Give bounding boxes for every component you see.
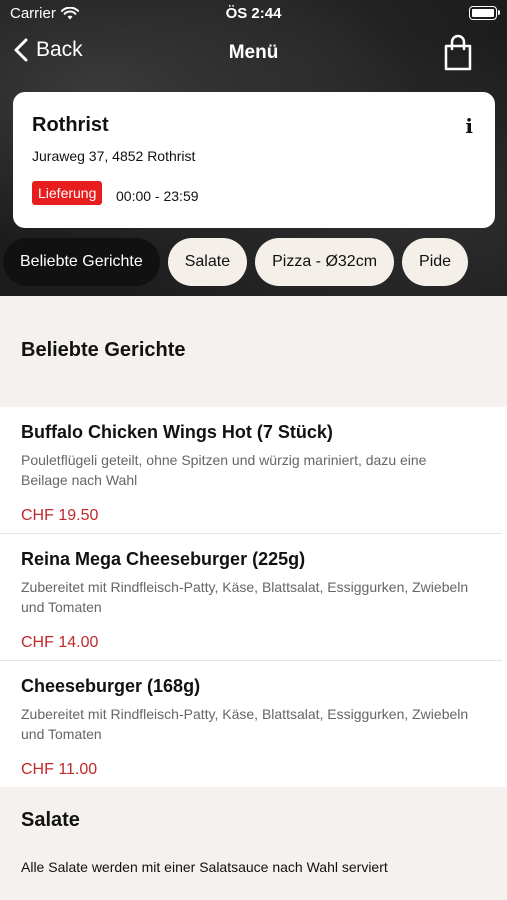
item-name: Buffalo Chicken Wings Hot (7 Stück) — [21, 422, 333, 442]
item-price: CHF 11.00 — [21, 761, 98, 778]
tab-beliebte-gerichte[interactable]: Beliebte Gerichte — [3, 238, 160, 286]
item-name: Reina Mega Cheeseburger (225g) — [21, 549, 306, 569]
tab-pide[interactable]: Pide — [402, 238, 469, 286]
store-address: Juraweg 37, 4852 Rothrist — [32, 148, 196, 164]
tab-salate[interactable]: Salate — [167, 238, 248, 286]
status-bar: Carrier ÖS 2:44 — [0, 0, 507, 28]
menu-item[interactable]: Cheeseburger (168g) Zubereitet mit Rindf… — [0, 661, 502, 788]
item-description: Zubereitet mit Rindfleisch-Patty, Käse, … — [21, 579, 469, 615]
section-header-salate: Salate Alle Salate werden mit einer Sala… — [0, 787, 507, 900]
item-description: Pouletflügeli geteilt, ohne Spitzen und … — [21, 452, 427, 488]
section-header-popular: Beliebte Gerichte — [0, 296, 507, 407]
item-description: Zubereitet mit Rindfleisch-Patty, Käse, … — [21, 706, 469, 742]
clock: ÖS 2:44 — [225, 5, 282, 22]
delivery-badge: Lieferung — [32, 181, 103, 205]
section-description: Alle Salate werden mit einer Salatsauce … — [21, 859, 388, 875]
category-tabs: Beliebte Gerichte Salate Pizza - Ø32cm P… — [3, 238, 469, 286]
info-icon[interactable]: i — [465, 114, 473, 138]
item-price: CHF 19.50 — [21, 507, 99, 524]
opening-hours: 00:00 - 23:59 — [116, 188, 199, 204]
navigation-bar: Back Menü — [0, 28, 507, 78]
section-title: Beliebte Gerichte — [21, 339, 186, 361]
item-price: CHF 14.00 — [21, 634, 99, 651]
section-title: Salate — [21, 809, 80, 831]
tab-pizza[interactable]: Pizza - Ø32cm — [255, 238, 395, 286]
menu-item-list: Buffalo Chicken Wings Hot (7 Stück) Poul… — [0, 407, 507, 788]
menu-item[interactable]: Reina Mega Cheeseburger (225g) Zubereite… — [0, 534, 502, 661]
page-title: Menü — [228, 42, 279, 63]
store-name: Rothrist — [32, 114, 109, 136]
item-name: Cheeseburger (168g) — [21, 676, 201, 696]
battery-icon — [469, 6, 500, 20]
store-card: Rothrist i Juraweg 37, 4852 Rothrist Lie… — [13, 92, 495, 228]
menu-item[interactable]: Buffalo Chicken Wings Hot (7 Stück) Poul… — [0, 407, 502, 534]
shopping-bag-icon[interactable] — [443, 34, 473, 72]
